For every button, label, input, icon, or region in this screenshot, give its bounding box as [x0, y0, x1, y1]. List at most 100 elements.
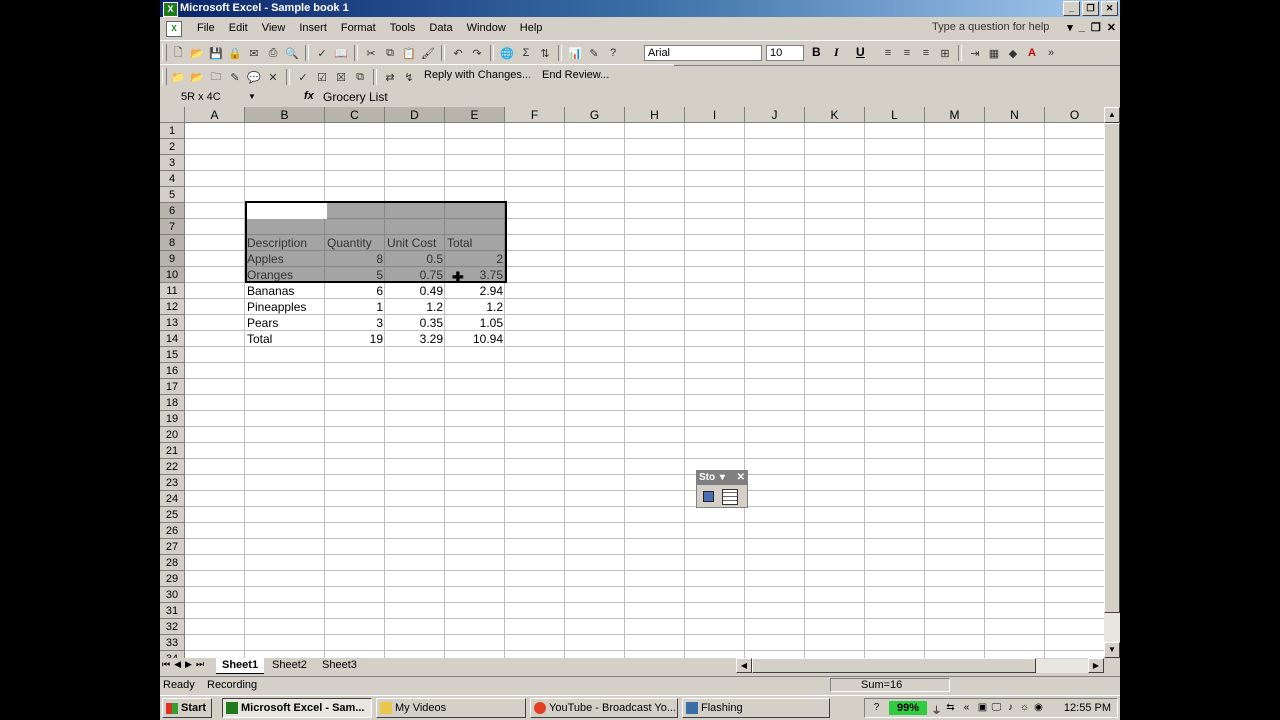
row-header-32[interactable]: 32 — [160, 619, 185, 635]
row-header-26[interactable]: 26 — [160, 523, 185, 539]
workbook-icon[interactable]: X — [166, 21, 182, 37]
compare-icon[interactable]: ⧉ — [352, 69, 368, 85]
data-cell[interactable]: 6 — [325, 283, 385, 299]
column-header-b[interactable]: B — [245, 107, 325, 123]
row-header-13[interactable]: 13 — [160, 315, 185, 331]
scroll-right-button[interactable]: ▶ — [1088, 658, 1104, 673]
row-header-11[interactable]: 11 — [160, 283, 185, 299]
last-sheet-icon[interactable]: ⏭ — [196, 659, 204, 670]
underline-button[interactable]: U — [856, 45, 865, 59]
column-header-f[interactable]: F — [505, 107, 565, 123]
status-sum[interactable]: Sum=16 — [830, 678, 950, 692]
volume-icon[interactable]: ♪ — [1005, 702, 1016, 714]
close-icon[interactable]: ✕ — [737, 471, 745, 485]
row-header-14[interactable]: 14 — [160, 331, 185, 347]
insert-function-icon[interactable]: fx — [304, 90, 314, 102]
cut-icon[interactable]: ✂ — [363, 45, 379, 61]
doc-close-button[interactable]: ✕ — [1107, 21, 1116, 34]
show-comments-icon[interactable]: 💬 — [246, 69, 262, 85]
row-header-25[interactable]: 25 — [160, 507, 185, 523]
column-header-j[interactable]: J — [745, 107, 805, 123]
drawing-icon[interactable]: ✎ — [586, 45, 602, 61]
monitor-icon[interactable]: 🖵 — [991, 702, 1002, 714]
first-sheet-icon[interactable]: ⏮ — [162, 659, 170, 670]
data-cell[interactable]: 0.49 — [385, 283, 445, 299]
folder-open-icon[interactable]: 📂 — [189, 69, 205, 85]
close-button[interactable]: ✕ — [1101, 1, 1118, 16]
relative-reference-icon[interactable] — [722, 489, 738, 505]
accept-change-icon[interactable]: ☑ — [314, 69, 330, 85]
column-header-h[interactable]: H — [625, 107, 685, 123]
row-header-23[interactable]: 23 — [160, 475, 185, 491]
row-header-9[interactable]: 9 — [160, 251, 185, 267]
spelling-icon[interactable]: ✓ — [314, 45, 330, 61]
battery-indicator[interactable]: 99% — [889, 701, 927, 715]
font-size-select[interactable]: 10 — [766, 45, 804, 61]
horizontal-scroll-thumb[interactable] — [752, 658, 1036, 673]
row-header-30[interactable]: 30 — [160, 587, 185, 603]
end-review-button[interactable]: End Review... — [538, 69, 613, 85]
chart-wizard-icon[interactable]: 📊 — [567, 45, 583, 61]
scroll-up-button[interactable]: ▲ — [1104, 107, 1120, 123]
copy-icon[interactable]: ⧉ — [382, 45, 398, 61]
menu-view[interactable]: View — [255, 22, 293, 34]
tray-app-icon[interactable]: ▣ — [977, 702, 988, 714]
excel-app-icon[interactable]: X — [163, 2, 178, 17]
sort-ascending-icon[interactable]: ⇅ — [537, 45, 553, 61]
taskbar-item-youtube[interactable]: YouTube - Broadcast Yo... — [530, 698, 678, 718]
track-changes-icon[interactable]: ✓ — [295, 69, 311, 85]
column-header-c[interactable]: C — [325, 107, 385, 123]
scroll-down-button[interactable]: ▼ — [1104, 642, 1120, 658]
column-header-o[interactable]: O — [1045, 107, 1104, 123]
align-center-icon[interactable]: ≡ — [899, 45, 915, 61]
autosum-icon[interactable]: Σ — [518, 45, 534, 61]
italic-button[interactable]: I — [834, 45, 839, 60]
taskbar-item-flashing[interactable]: Flashing — [682, 698, 830, 718]
prev-sheet-icon[interactable]: ◀ — [174, 659, 181, 670]
row-header-15[interactable]: 15 — [160, 347, 185, 363]
taskbar-item-videos[interactable]: My Videos — [376, 698, 526, 718]
name-box-dropdown-icon[interactable]: ▼ — [248, 92, 256, 101]
row-header-12[interactable]: 12 — [160, 299, 185, 315]
vertical-scroll-thumb[interactable] — [1104, 123, 1120, 613]
column-header-e[interactable]: E — [445, 107, 505, 123]
row-header-19[interactable]: 19 — [160, 411, 185, 427]
hyperlink-icon[interactable]: 🌐 — [499, 45, 515, 61]
ink-icon[interactable]: ⇄ — [382, 69, 398, 85]
data-cell[interactable]: Total — [245, 331, 325, 347]
scroll-left-button[interactable]: ◀ — [736, 658, 752, 673]
security-icon[interactable]: ☼ — [1019, 702, 1030, 714]
toolbar-options-icon[interactable]: » — [1043, 45, 1059, 61]
row-header-31[interactable]: 31 — [160, 603, 185, 619]
doc-restore-button[interactable]: ❐ — [1091, 21, 1101, 34]
redo-icon[interactable]: ↷ — [469, 45, 485, 61]
undo-icon[interactable]: ↶ — [450, 45, 466, 61]
tab-sheet2[interactable]: Sheet2 — [266, 658, 313, 673]
data-cell[interactable]: 0.35 — [385, 315, 445, 331]
data-cell[interactable]: 1.2 — [385, 299, 445, 315]
folder-share-icon[interactable]: 🗀 — [208, 69, 224, 85]
toolbar-grip[interactable] — [162, 44, 167, 61]
row-header-4[interactable]: 4 — [160, 171, 185, 187]
column-header-a[interactable]: A — [185, 107, 245, 123]
folder-icon[interactable]: 📁 — [170, 69, 186, 85]
tab-sheet1[interactable]: Sheet1 — [216, 658, 265, 674]
horizontal-scrollbar[interactable]: ◀ ▶ — [736, 658, 1104, 673]
restore-button[interactable]: ❐ — [1082, 1, 1099, 16]
row-header-28[interactable]: 28 — [160, 555, 185, 571]
row-header-21[interactable]: 21 — [160, 443, 185, 459]
indent-icon[interactable]: ⇥ — [967, 45, 983, 61]
menu-help[interactable]: Help — [513, 22, 550, 34]
open-icon[interactable]: 📂 — [189, 45, 205, 61]
menu-window[interactable]: Window — [460, 22, 513, 34]
vertical-scrollbar[interactable]: ▲ ▼ — [1104, 107, 1120, 658]
data-cell[interactable]: 1.05 — [445, 315, 505, 331]
row-header-34[interactable]: 34 — [160, 651, 185, 658]
toolbar-grip-2[interactable] — [162, 68, 167, 85]
help-search-input[interactable]: Type a question for help — [932, 21, 1050, 35]
edit-comment-icon[interactable]: ✎ — [227, 69, 243, 85]
data-cell[interactable]: Pineapples — [245, 299, 325, 315]
expand-tray-icon[interactable]: « — [961, 702, 972, 714]
menu-file[interactable]: File — [190, 22, 222, 34]
name-box[interactable]: 5R x 4C — [163, 90, 259, 105]
